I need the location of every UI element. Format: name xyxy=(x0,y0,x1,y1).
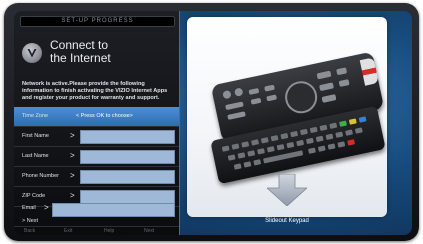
chevron-right-icon: > xyxy=(70,151,75,160)
instructions-text: Network is active.Please provide the fol… xyxy=(22,81,168,101)
remote-button xyxy=(233,87,244,97)
chevron-right-icon: > xyxy=(44,203,49,212)
remote-button xyxy=(319,82,334,92)
email-row[interactable]: Email > xyxy=(14,201,179,217)
zip-code-label: ZIP Code xyxy=(22,193,46,199)
remote-button xyxy=(264,84,275,92)
last-name-label: Last Name xyxy=(22,153,49,159)
remote-button xyxy=(338,79,350,87)
footer-next-button[interactable]: Next xyxy=(144,228,154,234)
remote-button xyxy=(266,94,278,102)
remote-button xyxy=(227,111,246,120)
first-name-field[interactable] xyxy=(80,130,175,144)
page-title-line2: the Internet xyxy=(50,51,111,65)
first-name-label: First Name xyxy=(22,133,49,139)
next-label: Next xyxy=(26,218,39,224)
remote-button xyxy=(316,70,332,80)
time-zone-label: Time Zone xyxy=(22,113,49,119)
email-field[interactable] xyxy=(52,203,175,217)
phone-number-row[interactable]: Phone Number > xyxy=(14,167,179,187)
vizio-v-logo-icon xyxy=(22,43,42,63)
footer-help-button[interactable]: Help xyxy=(104,228,114,234)
dpad-icon xyxy=(282,78,321,117)
page-title: Connect to the Internet xyxy=(50,39,111,65)
remote-button xyxy=(336,67,348,76)
next-button[interactable]: > Next xyxy=(22,218,38,224)
footer-button-bar: Back Exit Help Next xyxy=(14,226,179,235)
footer-exit-button[interactable]: Exit xyxy=(64,228,72,234)
chevron-right-icon: > xyxy=(70,191,75,200)
first-name-row[interactable]: First Name > xyxy=(14,127,179,147)
setup-header: Connect to the Internet xyxy=(22,35,172,75)
remote-button xyxy=(225,101,244,111)
down-arrow-icon xyxy=(267,174,307,206)
remote-button xyxy=(222,89,232,100)
chevron-right-icon: > xyxy=(70,131,75,140)
footer-back-button[interactable]: Back xyxy=(24,228,35,234)
time-zone-row[interactable]: Time Zone < Press OK to choose> xyxy=(14,107,179,127)
chevron-right-icon: > xyxy=(70,171,75,180)
time-zone-value[interactable]: < Press OK to choose> xyxy=(76,113,133,119)
remote-button xyxy=(321,94,337,103)
setup-panel: SET-UP PROGRESS Connect to the Internet … xyxy=(14,11,180,235)
phone-number-label: Phone Number xyxy=(22,173,59,179)
setup-progress-bar: SET-UP PROGRESS xyxy=(20,16,175,27)
last-name-field[interactable] xyxy=(80,150,175,164)
remote-button xyxy=(250,97,262,105)
email-label: Email xyxy=(22,205,36,211)
keypad-caption: Slideout Keypad xyxy=(265,218,309,224)
last-name-row[interactable]: Last Name > xyxy=(14,147,179,167)
phone-number-field[interactable] xyxy=(80,170,175,184)
remote-button xyxy=(248,87,260,95)
